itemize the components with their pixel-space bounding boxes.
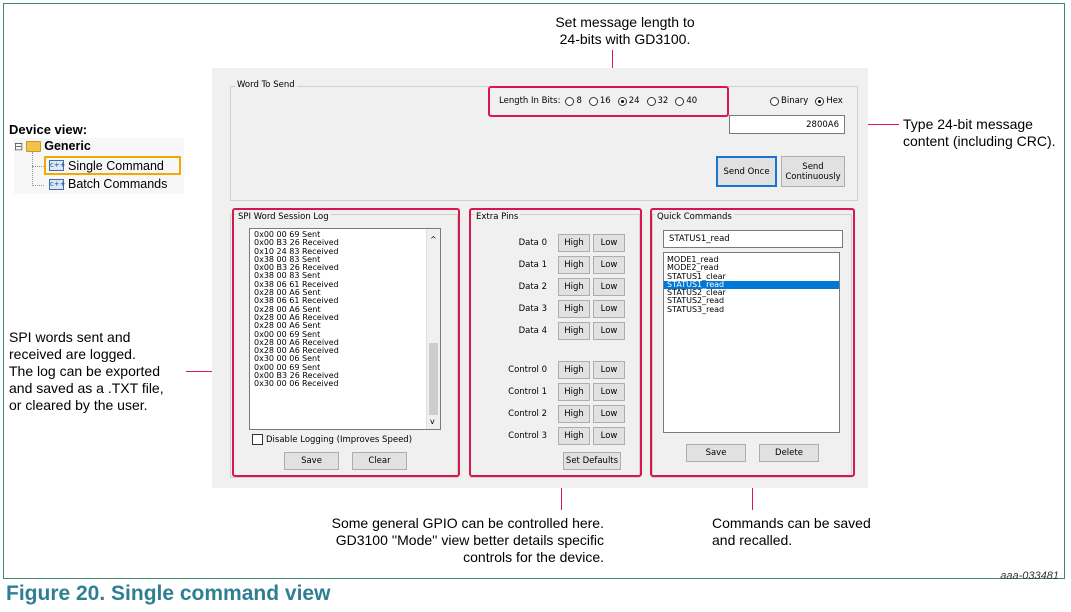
tree-line bbox=[32, 152, 34, 186]
quick-command-list[interactable]: MODE1_read MODE2_read STATUS1_clear STATUS1… bbox=[663, 252, 840, 433]
send-continuously-button[interactable]: Send Continuously bbox=[781, 156, 845, 187]
data-pin-label: Data 2 bbox=[518, 282, 547, 292]
radio-selected-icon bbox=[815, 96, 825, 106]
data-0-low-button[interactable]: Low bbox=[593, 234, 625, 252]
control-0-low-button[interactable]: Low bbox=[593, 361, 625, 379]
radio-icon bbox=[675, 96, 685, 106]
device-view-heading: Device view: bbox=[9, 122, 88, 137]
callout-length: Set message length to 24-bits with GD310… bbox=[555, 14, 695, 47]
data-pin-label: Data 3 bbox=[518, 304, 547, 314]
data-4-high-button[interactable]: High bbox=[558, 322, 590, 340]
send-once-button[interactable]: Send Once bbox=[716, 156, 777, 187]
quick-delete-button[interactable]: Delete bbox=[759, 444, 819, 462]
figure-id: aaa-033481 bbox=[1000, 570, 1059, 582]
radio-icon bbox=[770, 96, 779, 106]
length-selector: Length In Bits: 8 16 24 32 40 bbox=[499, 96, 704, 106]
callout-commands: Commands can be saved and recalled. bbox=[712, 515, 871, 548]
log-save-button[interactable]: Save bbox=[284, 452, 339, 470]
format-option-hex[interactable]: Hex bbox=[815, 96, 843, 106]
extra-pins-label: Extra Pins bbox=[474, 212, 521, 222]
device-tree: ⊟ Generic c++ Single Command c++ Batch C… bbox=[14, 138, 184, 194]
length-option-8[interactable]: 8 bbox=[565, 96, 582, 106]
quick-command-items: MODE1_read MODE2_read STATUS1_clear STATUS1… bbox=[664, 253, 839, 314]
format-selector: Binary Hex bbox=[770, 96, 850, 106]
log-list[interactable]: 0x00 00 69 Sent 0x00 B3 26 Received 0x10 2… bbox=[249, 228, 441, 430]
radio-selected-icon bbox=[617, 96, 627, 106]
data-pin-label: Data 4 bbox=[518, 326, 547, 336]
callout-log: SPI words sent and received are logged. … bbox=[9, 329, 164, 413]
radio-icon bbox=[646, 96, 656, 106]
data-pin-label: Data 1 bbox=[518, 260, 547, 270]
log-clear-button[interactable]: Clear bbox=[352, 452, 407, 470]
log-entries: 0x00 00 69 Sent 0x00 B3 26 Received 0x10 2… bbox=[250, 229, 440, 389]
log-entry[interactable]: 0x30 00 06 Received bbox=[250, 380, 440, 389]
data-4-low-button[interactable]: Low bbox=[593, 322, 625, 340]
control-pin-label: Control 3 bbox=[508, 431, 547, 441]
callout-gpio: Some general GPIO can be controlled here… bbox=[331, 515, 604, 565]
control-1-low-button[interactable]: Low bbox=[593, 383, 625, 401]
control-2-low-button[interactable]: Low bbox=[593, 405, 625, 423]
data-pin-label: Data 0 bbox=[518, 238, 547, 248]
tree-line bbox=[32, 166, 44, 167]
length-label: Length In Bits: bbox=[499, 96, 561, 106]
scroll-down-icon[interactable]: v bbox=[430, 417, 435, 426]
checkbox-icon[interactable] bbox=[252, 434, 263, 445]
quick-commands-label: Quick Commands bbox=[655, 212, 734, 222]
control-0-high-button[interactable]: High bbox=[558, 361, 590, 379]
scroll-thumb[interactable] bbox=[429, 343, 438, 415]
word-to-send-label: Word To Send bbox=[235, 80, 297, 90]
data-1-low-button[interactable]: Low bbox=[593, 256, 625, 274]
tree-label-generic: Generic bbox=[44, 139, 91, 153]
tree-item-batch-commands[interactable]: c++ Batch Commands bbox=[49, 177, 167, 191]
quick-command-item[interactable]: STATUS3_read bbox=[664, 305, 839, 314]
tree-item-generic[interactable]: ⊟ Generic bbox=[14, 139, 91, 153]
callout-content: Type 24-bit message content (including C… bbox=[903, 116, 1056, 149]
word-value-input[interactable]: 2800A6 bbox=[729, 115, 845, 134]
scroll-up-icon[interactable]: ^ bbox=[430, 235, 437, 244]
data-3-low-button[interactable]: Low bbox=[593, 300, 625, 318]
disable-logging-option[interactable]: Disable Logging (Improves Speed) bbox=[252, 434, 412, 445]
tree-label-single-command: Single Command bbox=[68, 158, 164, 173]
radio-icon bbox=[588, 96, 598, 106]
length-option-24[interactable]: 24 bbox=[617, 96, 640, 106]
length-option-32[interactable]: 32 bbox=[646, 96, 668, 106]
tree-item-single-command[interactable]: c++ Single Command bbox=[44, 156, 181, 175]
radio-icon bbox=[565, 96, 575, 106]
format-option-binary[interactable]: Binary bbox=[770, 96, 808, 106]
length-option-40[interactable]: 40 bbox=[675, 96, 697, 106]
disable-logging-label: Disable Logging (Improves Speed) bbox=[266, 434, 413, 445]
control-pin-label: Control 0 bbox=[508, 365, 547, 375]
command-icon: c++ bbox=[49, 160, 66, 171]
tree-label-batch-commands: Batch Commands bbox=[68, 177, 168, 191]
control-pin-label: Control 2 bbox=[508, 409, 547, 419]
data-1-high-button[interactable]: High bbox=[558, 256, 590, 274]
control-1-high-button[interactable]: High bbox=[558, 383, 590, 401]
control-3-low-button[interactable]: Low bbox=[593, 427, 625, 445]
folder-icon bbox=[26, 140, 42, 152]
quick-command-input[interactable]: STATUS1_read bbox=[663, 230, 843, 248]
control-2-high-button[interactable]: High bbox=[558, 405, 590, 423]
collapse-icon[interactable]: ⊟ bbox=[14, 140, 23, 153]
log-label: SPI Word Session Log bbox=[236, 212, 331, 222]
data-0-high-button[interactable]: High bbox=[558, 234, 590, 252]
control-3-high-button[interactable]: High bbox=[558, 427, 590, 445]
figure-caption: Figure 20. Single command view bbox=[6, 582, 331, 605]
length-option-16[interactable]: 16 bbox=[588, 96, 611, 106]
data-2-low-button[interactable]: Low bbox=[593, 278, 625, 296]
set-defaults-button[interactable]: Set Defaults bbox=[563, 452, 621, 470]
command-icon: c++ bbox=[49, 178, 66, 190]
log-scrollbar[interactable]: ^ v bbox=[426, 229, 440, 429]
data-3-high-button[interactable]: High bbox=[558, 300, 590, 318]
tree-line bbox=[32, 185, 44, 186]
data-2-high-button[interactable]: High bbox=[558, 278, 590, 296]
control-pin-label: Control 1 bbox=[508, 387, 547, 397]
quick-save-button[interactable]: Save bbox=[686, 444, 746, 462]
